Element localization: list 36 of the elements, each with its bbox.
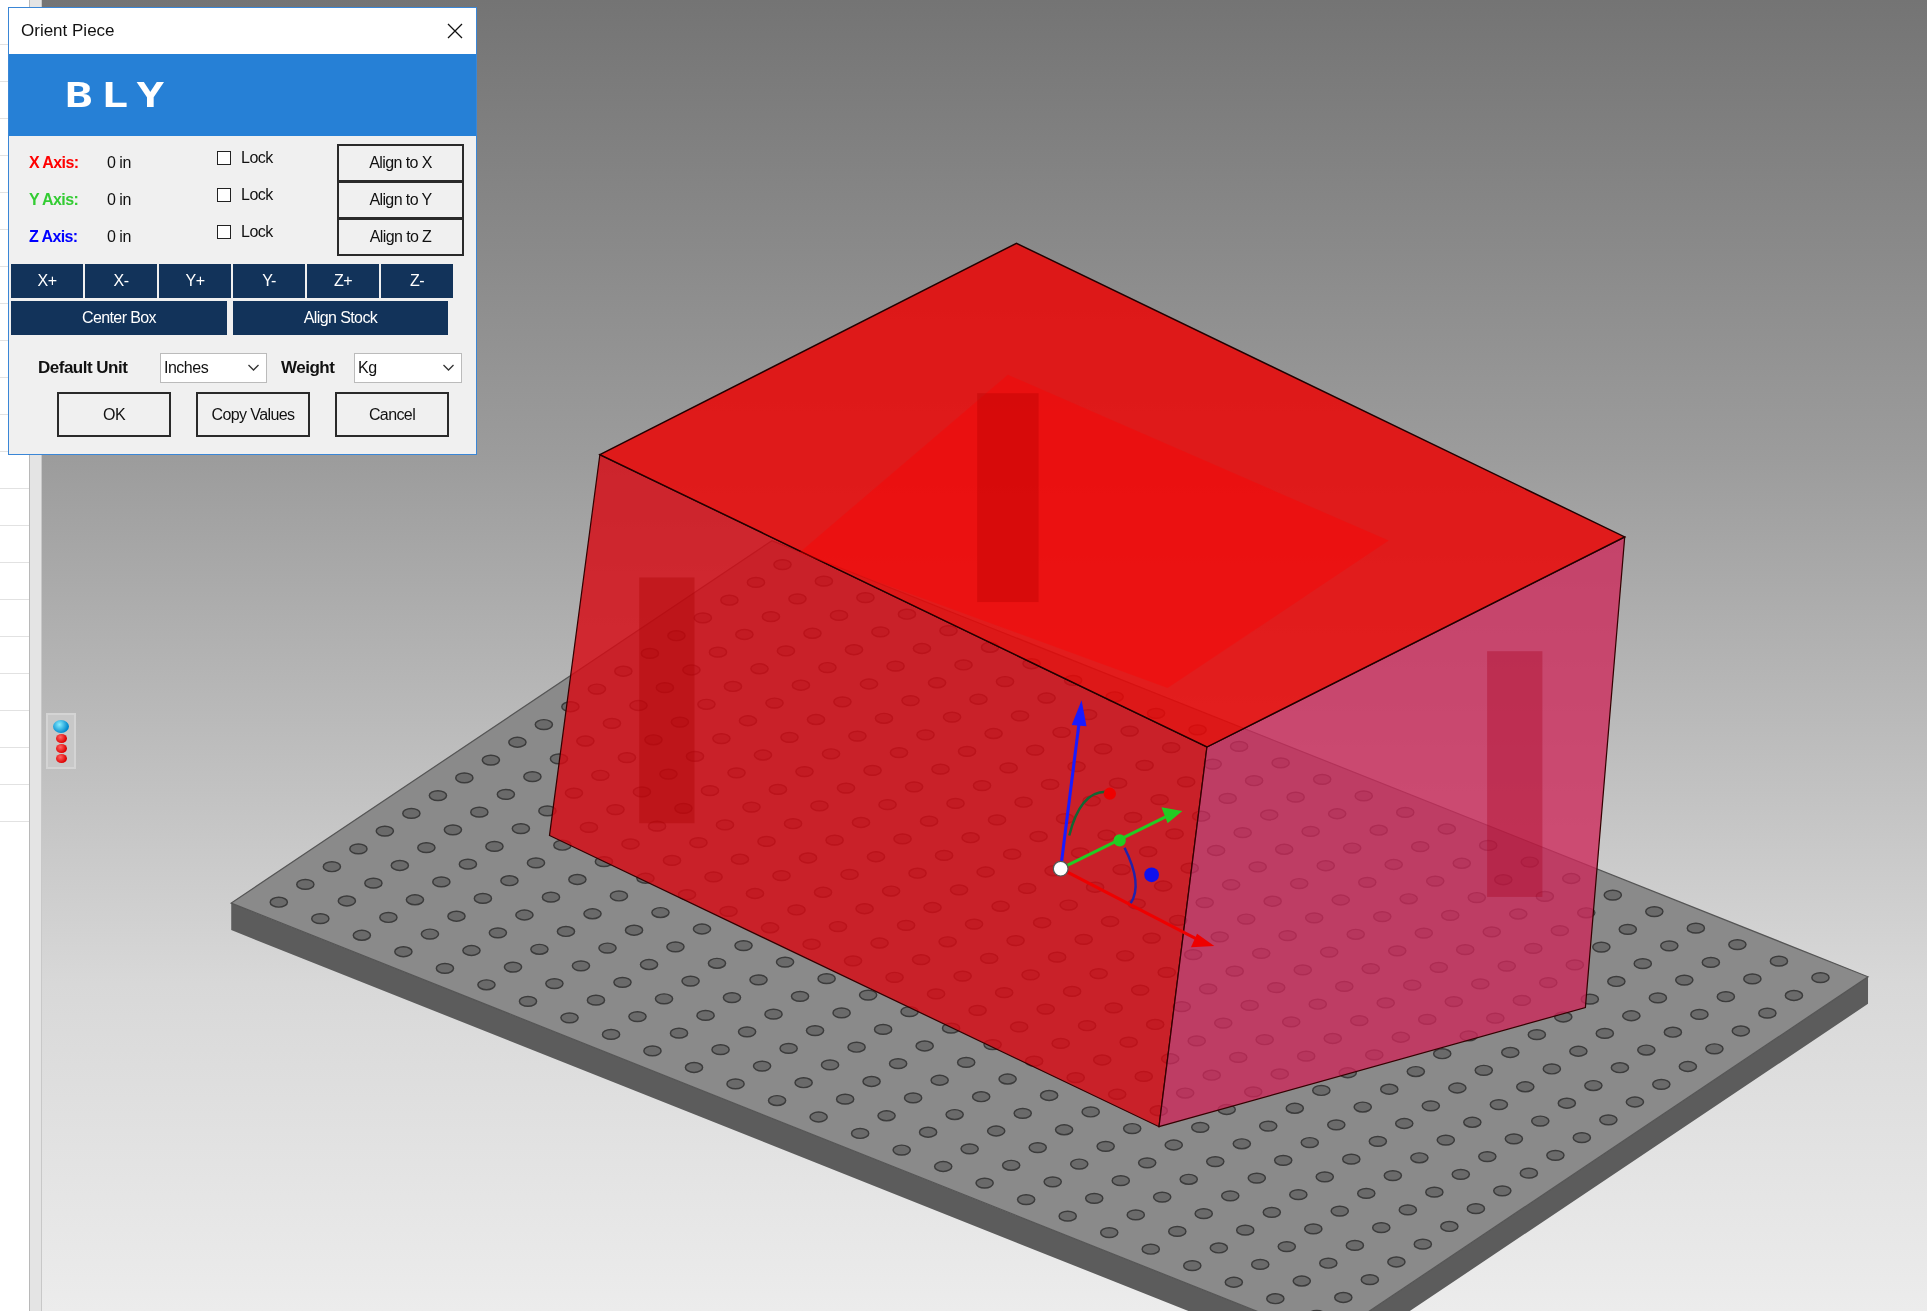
action-button[interactable]: Align Stock (233, 301, 448, 335)
lock-label: Lock (241, 222, 273, 241)
close-icon[interactable] (447, 23, 463, 39)
window-title: Orient Piece (21, 21, 115, 41)
bead-stack-icon[interactable] (46, 713, 76, 769)
axis-label: Z Axis: (29, 227, 79, 246)
unit-dropdown[interactable]: Inches (160, 353, 267, 383)
direction-button[interactable]: Z- (381, 264, 453, 298)
direction-button[interactable]: Z+ (307, 264, 379, 298)
axis-value: 0 in (107, 153, 132, 172)
lock-label: Lock (241, 148, 273, 167)
dialog-button[interactable]: OK (57, 392, 171, 437)
weight-dropdown[interactable]: Kg (354, 353, 462, 383)
lock-checkbox[interactable] (217, 150, 231, 165)
axis-label: X Axis: (29, 153, 80, 172)
dialog-button[interactable]: Cancel (335, 392, 449, 437)
direction-button[interactable]: Y+ (159, 264, 231, 298)
align-button[interactable]: Align to Y (337, 181, 464, 219)
chevron-icon (247, 364, 260, 372)
align-button[interactable]: Align to X (337, 144, 464, 182)
logo-text: BLY (65, 75, 173, 115)
default-unit-label: Default Unit (38, 358, 129, 378)
direction-button[interactable]: Y- (233, 264, 305, 298)
axis-value: 0 in (107, 227, 132, 246)
lock-checkbox[interactable] (217, 187, 231, 202)
direction-button[interactable]: X- (85, 264, 157, 298)
chevron-icon (442, 364, 455, 372)
lock-checkbox[interactable] (217, 224, 231, 239)
lock-label: Lock (241, 185, 273, 204)
direction-button[interactable]: X+ (11, 264, 83, 298)
axis-label: Y Axis: (29, 190, 80, 209)
align-button[interactable]: Align to Z (337, 218, 464, 256)
action-button[interactable]: Center Box (11, 301, 227, 335)
axis-value: 0 in (107, 190, 132, 209)
dialog-button[interactable]: Copy Values (196, 392, 310, 437)
weight-label: Weight (281, 358, 336, 378)
